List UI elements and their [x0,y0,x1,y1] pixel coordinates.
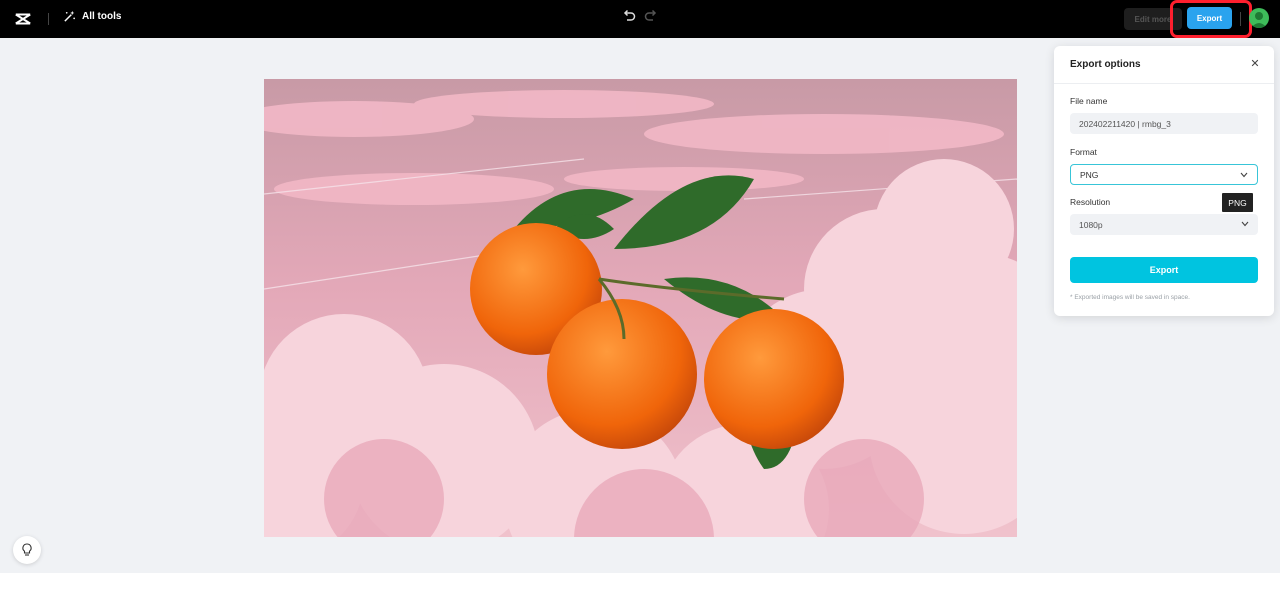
export-button[interactable]: Export [1070,257,1258,283]
resolution-value: 1080p [1079,219,1103,230]
chevron-down-icon [1241,221,1249,227]
resolution-select[interactable]: 1080p [1070,214,1258,235]
capcut-logo-icon[interactable] [14,10,32,28]
format-label: Format [1070,147,1097,157]
canvas-image[interactable] [264,79,1017,537]
top-bar: All tools Edit more Export [0,0,1280,38]
lightbulb-icon [22,543,32,556]
divider [1054,83,1274,84]
all-tools-label: All tools [82,11,122,22]
divider [48,13,49,25]
chevron-down-icon [1240,172,1248,178]
avatar-icon[interactable] [1249,8,1269,28]
panel-title: Export options [1070,59,1141,70]
resolution-label: Resolution [1070,197,1111,207]
format-value: PNG [1080,169,1099,180]
export-note: * Exported images will be saved in space… [1070,294,1190,301]
redo-icon[interactable] [644,9,658,23]
file-name-label: File name [1070,96,1108,106]
all-tools-button[interactable]: All tools [63,10,121,23]
file-name-input[interactable]: 202402211420 | rmbg_3 [1070,113,1258,134]
format-tooltip: PNG [1222,193,1253,212]
format-select[interactable]: PNG [1070,164,1258,185]
magic-wand-icon [64,10,75,22]
undo-icon[interactable] [622,9,636,23]
lightbulb-button[interactable] [13,536,41,564]
divider [1240,12,1241,26]
close-icon[interactable]: ✕ [1248,57,1262,71]
export-options-panel: Export options ✕ File name 202402211420 … [1054,46,1274,316]
